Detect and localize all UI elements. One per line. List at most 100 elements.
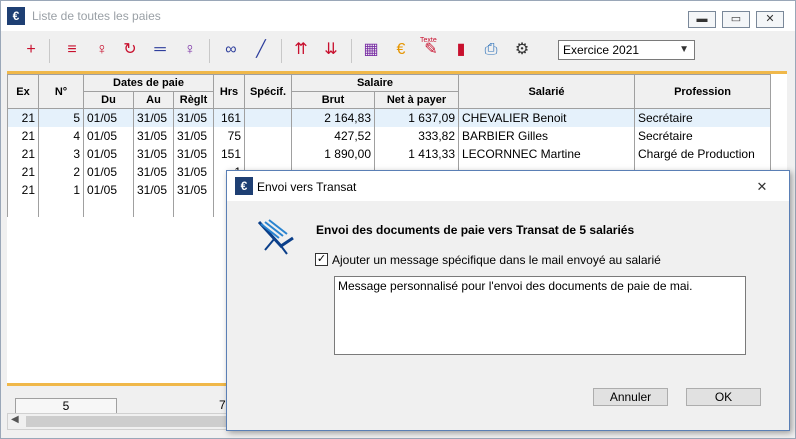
message-checkbox-label[interactable]: Ajouter un message spécifique dans le ma… bbox=[332, 253, 661, 267]
glasses-icon[interactable]: ∞ bbox=[219, 38, 243, 62]
cell-salarie: CHEVALIER Benoit bbox=[458, 108, 635, 127]
cell-net: 1 413,33 bbox=[374, 145, 459, 163]
table-row[interactable]: 21 5 01/05 31/05 31/05 161 2 164,83 1 637,09 CHE… bbox=[7, 108, 771, 127]
printer-icon[interactable]: ⎙ bbox=[479, 38, 503, 62]
toolbar-separator bbox=[281, 39, 282, 63]
window-title: Liste de toutes les paies bbox=[32, 9, 161, 23]
cell-no: 5 bbox=[38, 108, 84, 127]
app-icon: € bbox=[235, 177, 253, 195]
cell-reglt: 31/05 bbox=[173, 127, 214, 145]
message-checkbox[interactable]: ✓ bbox=[315, 253, 328, 266]
cell-no: 2 bbox=[38, 163, 84, 181]
scrollbar-thumb[interactable] bbox=[26, 416, 236, 427]
cell-du: 01/05 bbox=[83, 127, 134, 145]
cell-reglt: 31/05 bbox=[173, 181, 214, 199]
cancel-button[interactable]: Annuler bbox=[593, 388, 668, 406]
app-icon: € bbox=[7, 7, 25, 25]
gear-icon[interactable]: ⚙ bbox=[510, 38, 534, 62]
col-header-brut[interactable]: Brut bbox=[291, 91, 375, 109]
col-header-profession[interactable]: Profession bbox=[634, 74, 771, 109]
ok-button[interactable]: OK bbox=[686, 388, 761, 406]
dialog-title-bar: € Envoi vers Transat ✕ bbox=[227, 171, 789, 201]
euro-coin-icon[interactable]: € bbox=[389, 38, 413, 62]
cell-salarie: BARBIER Gilles bbox=[458, 127, 635, 145]
cell-profession: Secrétaire bbox=[634, 127, 771, 145]
refresh-icon[interactable]: ↻ bbox=[118, 38, 142, 62]
secondary-count: 7 bbox=[219, 398, 226, 412]
cell-profession: Chargé de Production bbox=[634, 145, 771, 163]
cell-ex: 21 bbox=[7, 127, 39, 145]
minimize-button[interactable]: ▬ bbox=[688, 11, 716, 28]
title-bar: € Liste de toutes les paies ▬ ▭ ✕ bbox=[1, 1, 795, 31]
cell-no: 1 bbox=[38, 181, 84, 199]
col-header-ex[interactable]: Ex bbox=[7, 74, 39, 109]
dialog-close-button[interactable]: ✕ bbox=[747, 178, 777, 196]
cell-specif bbox=[244, 145, 292, 163]
cell-hrs: 75 bbox=[213, 127, 245, 145]
cell-ex: 21 bbox=[7, 163, 39, 181]
col-header-specif[interactable]: Spécif. bbox=[244, 74, 292, 109]
col-header-salarie[interactable]: Salarié bbox=[458, 74, 635, 109]
cell-au: 31/05 bbox=[133, 163, 174, 181]
maximize-button[interactable]: ▭ bbox=[722, 11, 750, 28]
cell-reglt: 31/05 bbox=[173, 145, 214, 163]
cell-au: 31/05 bbox=[133, 181, 174, 199]
col-header-no[interactable]: N° bbox=[38, 74, 84, 109]
col-group-dates: Dates de paie bbox=[83, 74, 214, 92]
cell-specif bbox=[244, 127, 292, 145]
text-edit-label: Texte bbox=[420, 37, 437, 44]
toolbar-separator bbox=[351, 39, 352, 63]
table-row[interactable]: 21 4 01/05 31/05 31/05 75 427,52 333,82 BARBIER … bbox=[7, 127, 771, 145]
col-group-salaire: Salaire bbox=[291, 74, 459, 92]
cell-no: 4 bbox=[38, 127, 84, 145]
cell-profession: Secrétaire bbox=[634, 108, 771, 127]
chevron-down-icon: ▼ bbox=[679, 44, 689, 55]
cell-au: 31/05 bbox=[133, 127, 174, 145]
cell-au: 31/05 bbox=[133, 145, 174, 163]
cell-hrs: 151 bbox=[213, 145, 245, 163]
cell-ex: 21 bbox=[7, 181, 39, 199]
col-header-net[interactable]: Net à payer bbox=[374, 91, 459, 109]
cell-brut: 427,52 bbox=[291, 127, 375, 145]
cell-salarie: LECORNNEC Martine bbox=[458, 145, 635, 163]
dialog-heading: Envoi des documents de paie vers Transat… bbox=[316, 223, 635, 237]
scroll-left-icon[interactable]: ◀ bbox=[11, 414, 19, 425]
list-star-icon[interactable]: ≡ bbox=[60, 38, 84, 62]
person-filter-icon[interactable]: ♀ bbox=[90, 38, 114, 62]
exercise-select-value: Exercice 2021 bbox=[563, 43, 640, 57]
deck-chair-icon bbox=[257, 219, 294, 255]
col-header-reglt[interactable]: Règlt bbox=[173, 91, 214, 109]
bar-chart-icon[interactable]: ▮ bbox=[449, 38, 473, 62]
transat-dialog: € Envoi vers Transat ✕ Envoi des documen… bbox=[226, 170, 790, 431]
col-header-au[interactable]: Au bbox=[133, 91, 174, 109]
exercise-select[interactable]: Exercice 2021 ▼ bbox=[558, 40, 695, 60]
toolbar-separator bbox=[49, 39, 50, 63]
cell-hrs: 161 bbox=[213, 108, 245, 127]
cell-net: 333,82 bbox=[374, 127, 459, 145]
pen-icon[interactable]: ╱ bbox=[249, 38, 273, 62]
cell-du: 01/05 bbox=[83, 145, 134, 163]
cell-net: 1 637,09 bbox=[374, 108, 459, 127]
cell-du: 01/05 bbox=[83, 181, 134, 199]
search-person-icon[interactable]: ♀ bbox=[178, 38, 202, 62]
sort-down-icon[interactable]: ⇊ bbox=[319, 38, 343, 62]
cell-ex: 21 bbox=[7, 108, 39, 127]
cell-reglt: 31/05 bbox=[173, 108, 214, 127]
add-icon[interactable]: + bbox=[19, 38, 43, 62]
sort-up-icon[interactable]: ⇈ bbox=[289, 38, 313, 62]
table-row[interactable]: 21 3 01/05 31/05 31/05 151 1 890,00 1 413,33 LEC… bbox=[7, 145, 771, 163]
cell-reglt: 31/05 bbox=[173, 163, 214, 181]
cell-au: 31/05 bbox=[133, 108, 174, 127]
toolbar-separator bbox=[209, 39, 210, 63]
calendar-icon[interactable]: ▦ bbox=[359, 38, 383, 62]
message-textarea[interactable]: Message personnalisé pour l'envoi des do… bbox=[334, 276, 746, 355]
col-header-hrs[interactable]: Hrs bbox=[213, 74, 245, 109]
col-header-du[interactable]: Du bbox=[83, 91, 134, 109]
cell-no: 3 bbox=[38, 145, 84, 163]
cell-specif bbox=[244, 108, 292, 127]
close-button[interactable]: ✕ bbox=[756, 11, 784, 28]
equals-icon[interactable]: ═ bbox=[148, 38, 172, 62]
cell-ex: 21 bbox=[7, 145, 39, 163]
cell-du: 01/05 bbox=[83, 163, 134, 181]
cell-brut: 1 890,00 bbox=[291, 145, 375, 163]
